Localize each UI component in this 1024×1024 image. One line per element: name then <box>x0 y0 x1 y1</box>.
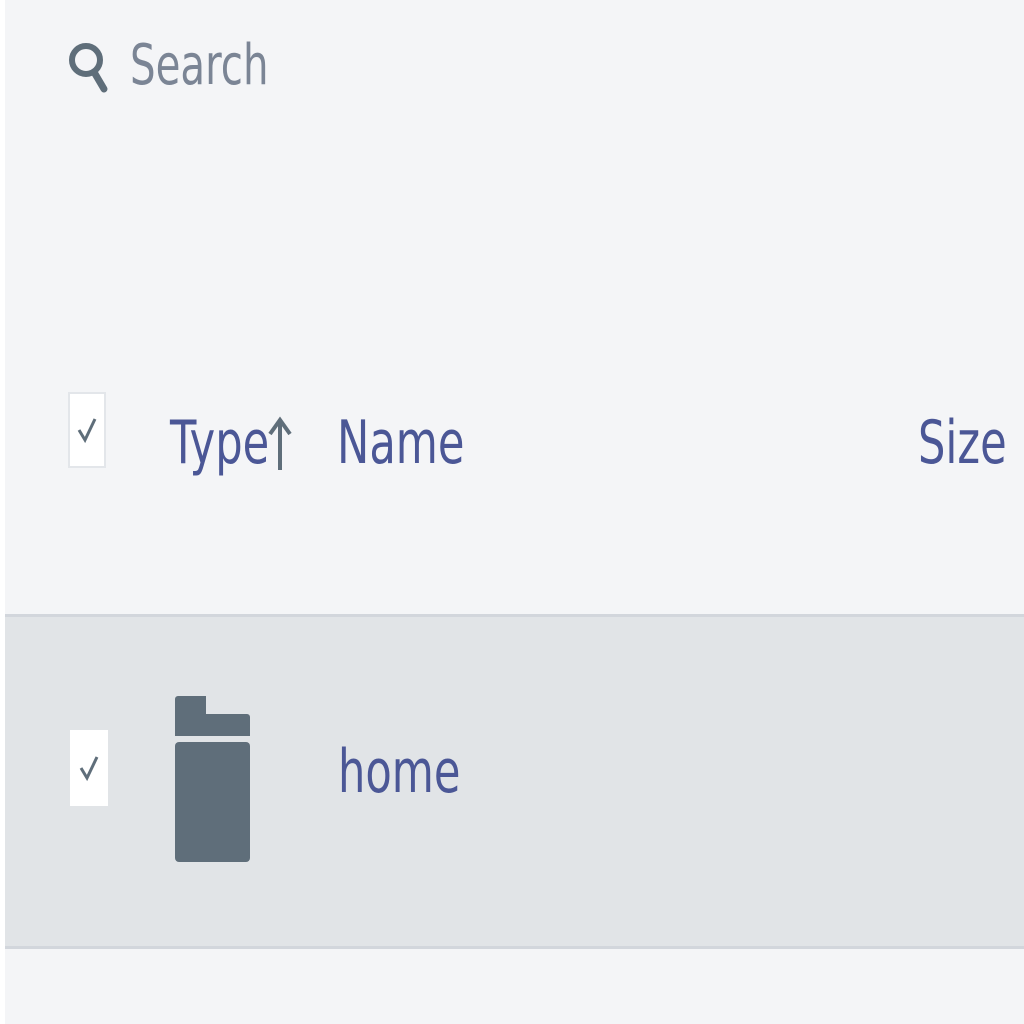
check-icon <box>79 756 99 782</box>
column-header-name[interactable]: Name <box>337 408 464 478</box>
search-input[interactable] <box>130 32 418 98</box>
row-checkbox[interactable] <box>70 730 108 806</box>
table-header: Type Name Size <box>5 370 1024 530</box>
check-icon <box>77 418 97 444</box>
search-icon <box>66 20 114 110</box>
file-name-link[interactable]: home <box>338 737 460 807</box>
folder-icon <box>175 696 250 862</box>
search-bar <box>66 20 530 110</box>
table-row[interactable]: home <box>5 617 1024 947</box>
select-all-checkbox[interactable] <box>68 392 106 468</box>
sort-ascending-icon[interactable] <box>268 414 292 474</box>
column-header-size[interactable]: Size <box>918 408 1007 478</box>
file-browser: Type Name Size home <box>0 0 1024 1024</box>
column-header-type[interactable]: Type <box>170 408 269 478</box>
row-divider <box>5 946 1024 949</box>
